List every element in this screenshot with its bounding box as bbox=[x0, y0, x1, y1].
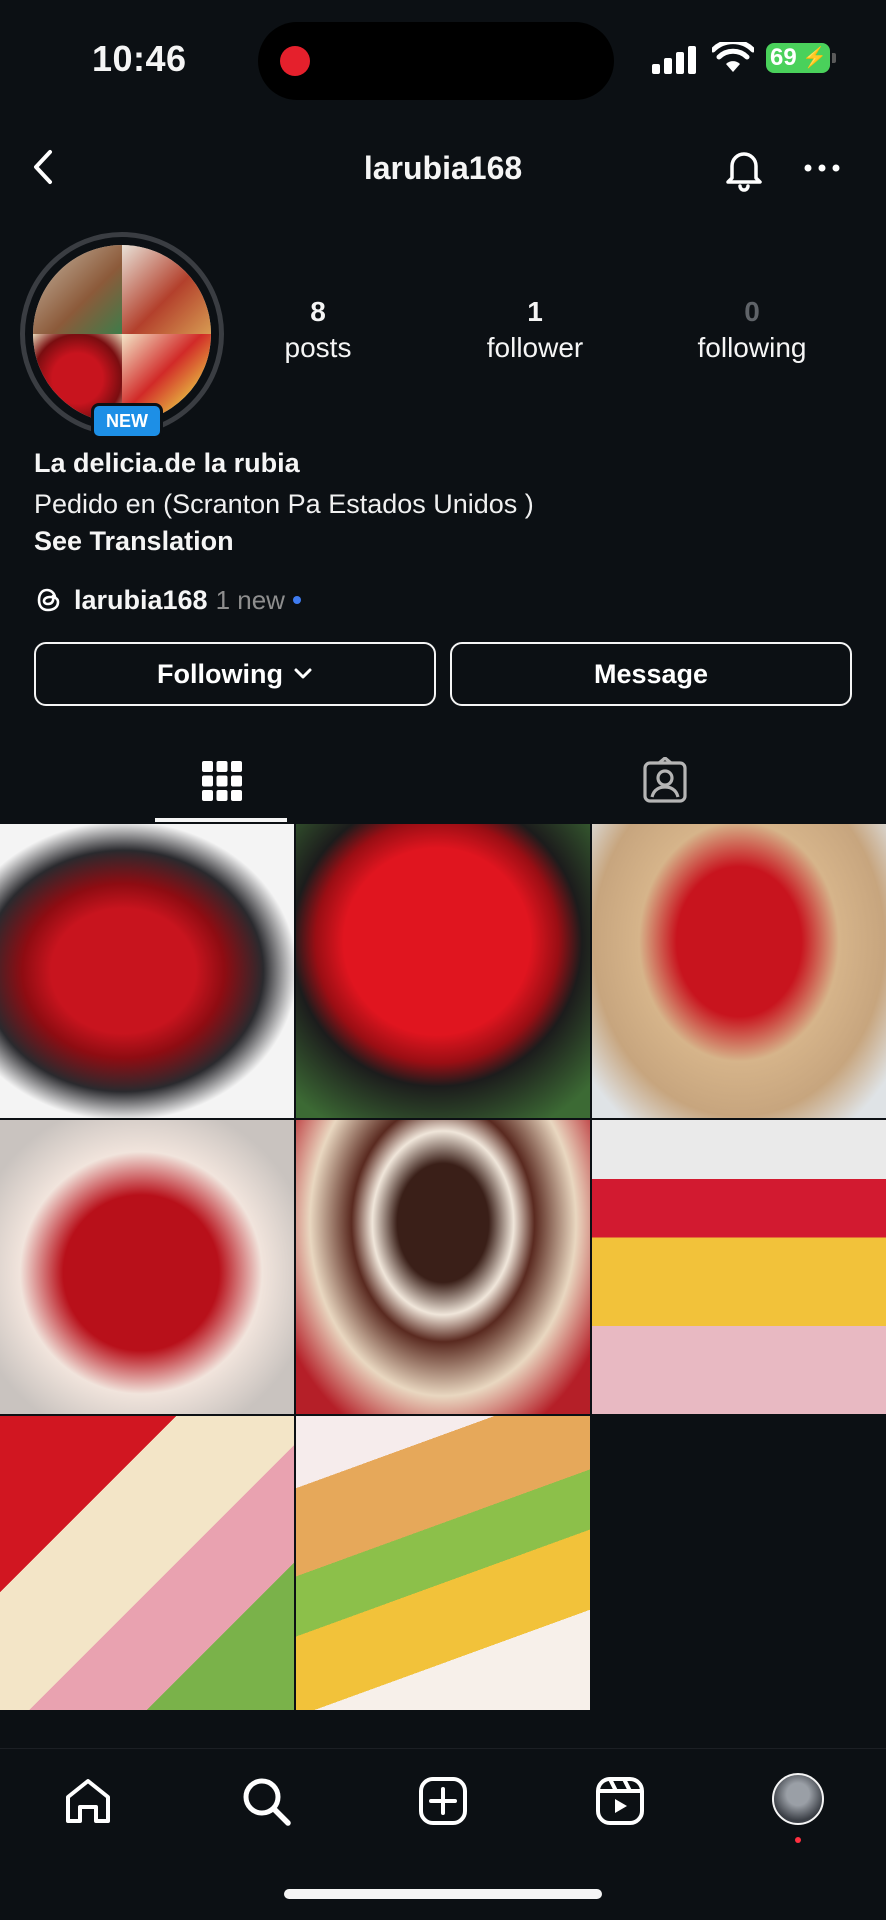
status-bar: 10:46 69 ⚡ bbox=[0, 0, 886, 120]
new-badge: NEW bbox=[91, 403, 163, 439]
more-options-icon[interactable] bbox=[798, 144, 846, 192]
unread-dot bbox=[292, 596, 301, 604]
post-tile[interactable] bbox=[0, 1120, 294, 1414]
followers-count-value: 1 bbox=[527, 296, 543, 327]
chevron-down-icon bbox=[294, 668, 312, 679]
tab-tagged[interactable] bbox=[443, 740, 886, 822]
create-icon[interactable] bbox=[415, 1773, 471, 1829]
status-time: 10:46 bbox=[92, 38, 187, 79]
following-count[interactable]: 0 following bbox=[662, 296, 842, 364]
avatar-image bbox=[33, 245, 211, 423]
followers-count[interactable]: 1 follower bbox=[445, 296, 625, 364]
followers-count-label: follower bbox=[486, 332, 584, 363]
recording-indicator bbox=[280, 46, 310, 76]
charging-icon: ⚡ bbox=[802, 47, 827, 69]
threads-new-count: 1 new bbox=[215, 584, 285, 615]
reels-icon[interactable] bbox=[592, 1773, 648, 1829]
grid-icon bbox=[201, 761, 242, 801]
selected-tab-indicator bbox=[155, 818, 287, 822]
dynamic-island bbox=[258, 22, 614, 100]
profile-bio: La delicia.de la rubia Pedido en (Scrant… bbox=[34, 448, 864, 557]
profile-tabs bbox=[0, 740, 886, 822]
bell-icon[interactable] bbox=[718, 142, 770, 194]
home-icon[interactable] bbox=[60, 1773, 116, 1829]
home-indicator bbox=[284, 1889, 602, 1899]
cellular-signal-icon bbox=[652, 44, 698, 74]
threads-handle: larubia168 bbox=[74, 584, 208, 615]
battery-level: 69 bbox=[770, 44, 797, 71]
bio-text: Pedido en (Scranton Pa Estados Unidos ) bbox=[34, 489, 534, 519]
notification-dot bbox=[795, 1837, 801, 1843]
battery-indicator: 69 ⚡ bbox=[766, 43, 836, 73]
tab-posts-grid[interactable] bbox=[0, 740, 443, 822]
search-icon[interactable] bbox=[238, 1773, 294, 1829]
following-button-label: Following bbox=[157, 658, 283, 689]
post-tile[interactable] bbox=[296, 824, 590, 1118]
profile-header: larubia168 bbox=[0, 130, 886, 206]
posts-count[interactable]: 8 posts bbox=[228, 296, 408, 364]
post-tile[interactable] bbox=[296, 1416, 590, 1710]
profile-avatar[interactable]: NEW bbox=[20, 232, 224, 439]
display-name: La delicia.de la rubia bbox=[34, 448, 300, 478]
see-translation-link[interactable]: See Translation bbox=[34, 526, 864, 557]
bottom-navigation bbox=[0, 1748, 886, 1920]
following-count-value: 0 bbox=[744, 296, 760, 327]
wifi-icon bbox=[712, 42, 754, 72]
profile-avatar-tab[interactable] bbox=[772, 1773, 824, 1825]
post-tile[interactable] bbox=[0, 1416, 294, 1710]
following-count-label: following bbox=[697, 332, 807, 363]
post-tile[interactable] bbox=[296, 1120, 590, 1414]
post-tile[interactable] bbox=[0, 824, 294, 1118]
message-button[interactable]: Message bbox=[450, 642, 852, 706]
posts-count-label: posts bbox=[284, 332, 352, 363]
posts-count-value: 8 bbox=[310, 296, 326, 327]
following-button[interactable]: Following bbox=[34, 642, 436, 706]
message-button-label: Message bbox=[593, 658, 709, 689]
post-tile[interactable] bbox=[592, 824, 886, 1118]
threads-icon bbox=[37, 588, 60, 612]
tagged-icon bbox=[642, 757, 687, 803]
post-tile[interactable] bbox=[592, 1120, 886, 1414]
threads-link[interactable]: larubia168 1 new bbox=[34, 582, 301, 618]
